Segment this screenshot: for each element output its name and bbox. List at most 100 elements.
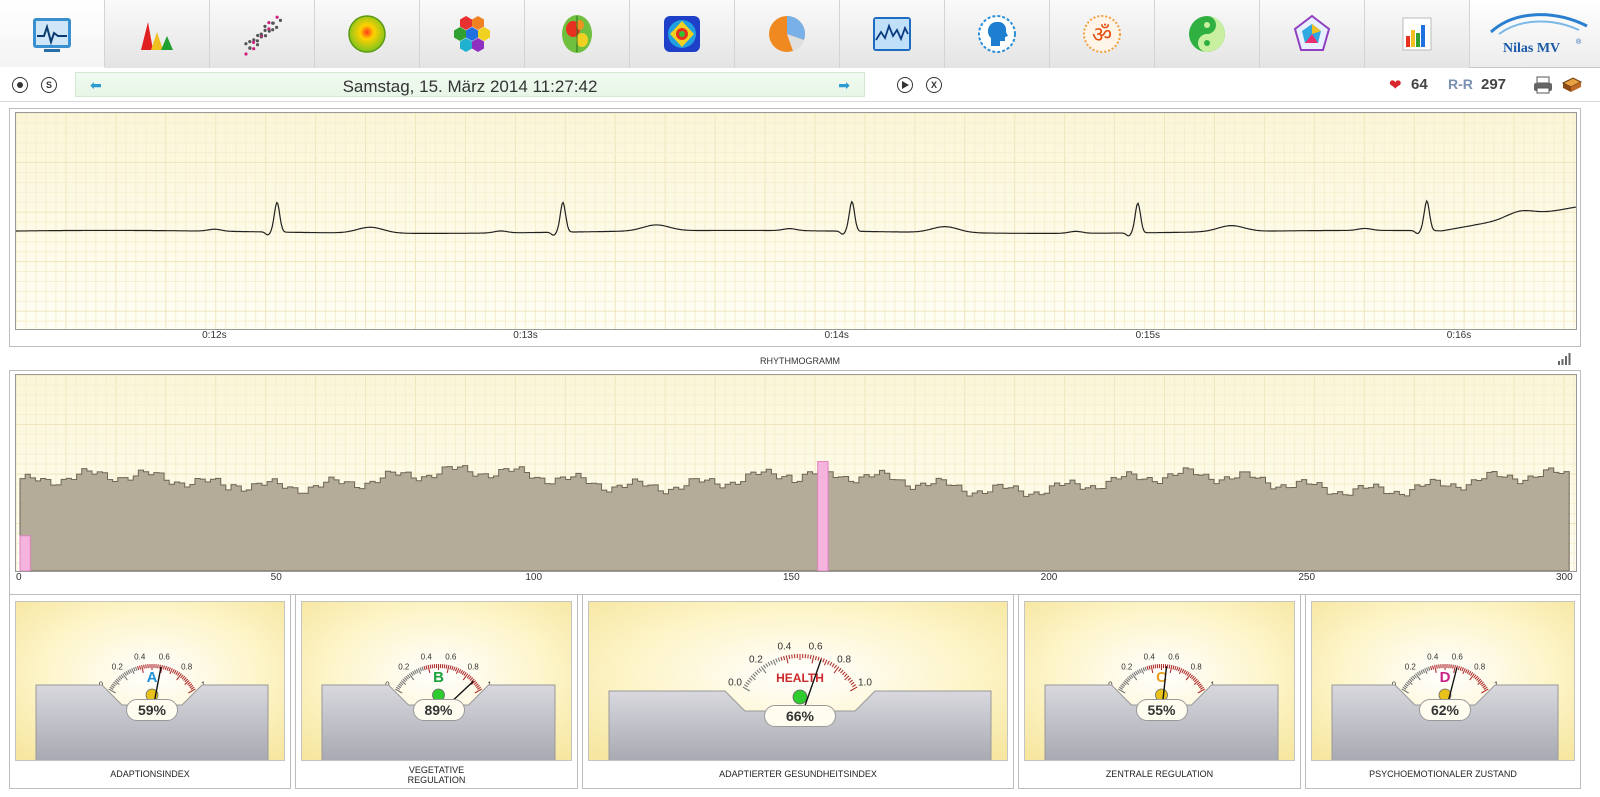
scatter-dot xyxy=(256,33,260,38)
play-icon xyxy=(902,81,909,89)
gauge-scale-label: 0.2 xyxy=(398,662,410,671)
chakra-mandala-icon xyxy=(664,16,700,52)
rhythmogram-x-tick-label: 200 xyxy=(1040,572,1058,583)
status-led-icon xyxy=(792,689,808,705)
tab-barchart[interactable] xyxy=(1365,0,1470,68)
settings-button[interactable]: S xyxy=(41,77,57,93)
yin-yang-icon xyxy=(1189,16,1225,52)
scatter-dot xyxy=(252,40,256,44)
record-icon xyxy=(17,82,23,88)
gauge-face: 00.20.40.60.81A59% xyxy=(15,601,285,761)
gauge-scale-label: 1.0 xyxy=(858,678,872,689)
ecg-x-tick-label: 0:14s xyxy=(824,330,849,341)
rhythmogram-x-tick-label: 250 xyxy=(1298,572,1316,583)
rhythmogram-panel: 0 50 100 150 200 250 300 xyxy=(9,370,1581,595)
gauge-percent: 59% xyxy=(126,699,178,721)
gauge-tick xyxy=(443,664,446,669)
close-button[interactable]: X xyxy=(926,77,942,93)
scatter-dot xyxy=(263,28,267,32)
scatter-dot xyxy=(267,29,271,33)
tab-yinyang[interactable] xyxy=(1155,0,1260,68)
book-icon[interactable] xyxy=(1561,75,1583,95)
x-icon: X xyxy=(930,79,937,90)
gauge-tick xyxy=(143,664,145,669)
spectrum-peaks-icon xyxy=(141,22,173,50)
printer-icon[interactable] xyxy=(1532,75,1554,95)
rhythmogram-x-tick-label: 150 xyxy=(783,572,800,583)
svg-text:ॐ: ॐ xyxy=(1092,23,1112,48)
next-arrow-icon[interactable]: ➡ xyxy=(838,77,850,94)
scatter-dot xyxy=(267,21,271,25)
current-datetime: Samstag, 15. März 2014 11:27:42 xyxy=(342,77,598,96)
rr-value: 297 xyxy=(1481,76,1507,93)
play-button[interactable] xyxy=(897,77,913,93)
gauge-panel: 00.20.40.60.81A59%ADAPTIONSINDEX xyxy=(9,594,291,789)
gauge-scale-label: 0.2 xyxy=(112,662,124,671)
tab-scatter[interactable] xyxy=(210,0,315,68)
scatter-dot xyxy=(259,32,263,36)
gauge-panel: 00.20.40.60.81C55%ZENTRALE REGULATION xyxy=(1018,594,1301,789)
line-graph-icon xyxy=(873,17,911,51)
pie-chart-icon xyxy=(769,15,806,52)
scatter-dot xyxy=(244,42,248,46)
gauge-tick xyxy=(791,654,793,659)
scatter-dot xyxy=(271,28,275,32)
ecg-monitor-icon xyxy=(33,17,71,52)
logo-text: Nilas MV xyxy=(1503,41,1560,56)
ecg-x-tick-label: 0:15s xyxy=(1135,330,1161,341)
tab-pie[interactable] xyxy=(735,0,840,68)
tab-chakra[interactable] xyxy=(630,0,735,68)
scatter-dot xyxy=(263,24,267,28)
signal-bars-icon[interactable] xyxy=(1557,351,1573,366)
tab-spectrum[interactable] xyxy=(105,0,210,68)
gauge-tick xyxy=(145,664,147,669)
ecg-x-tick-label: 0:16s xyxy=(1446,330,1472,341)
scatter-dot xyxy=(255,43,260,47)
tab-pentagon[interactable] xyxy=(1260,0,1365,68)
gauge-face: 00.20.40.60.81D62% xyxy=(1311,601,1575,761)
gauge-scale-label: 0.6 xyxy=(159,652,171,661)
gauge-tick xyxy=(1166,664,1169,669)
rhythmogram-x-tick-label: 0 xyxy=(16,572,22,583)
om-symbol-icon: ॐ xyxy=(1083,15,1121,53)
tab-brain[interactable] xyxy=(525,0,630,68)
heart-icon: ❤ xyxy=(1389,77,1402,94)
gauge-label: PSYCHOEMOTIONALER ZUSTAND xyxy=(1369,769,1517,779)
gauge-scale-label: 0.6 xyxy=(809,642,823,653)
tab-ecg[interactable] xyxy=(0,0,105,68)
gauge-tick xyxy=(429,664,432,669)
gauge-tick xyxy=(1152,664,1155,669)
gauge-tick xyxy=(445,664,448,669)
record-button[interactable] xyxy=(12,77,28,93)
gauge-face: 0.0 0.2 0.4 0.6 0.8 1.0 HEALTH 66% xyxy=(588,601,1008,761)
tab-om[interactable]: ॐ xyxy=(1050,0,1155,68)
tab-linegraph[interactable] xyxy=(840,0,945,68)
pentagon-radar-icon xyxy=(1293,14,1331,51)
head-profile-icon xyxy=(978,15,1016,53)
rhythmogram-x-tick-label: 300 xyxy=(1556,572,1573,583)
gauge-percent: 55% xyxy=(1135,699,1188,721)
scatterplot-icon xyxy=(244,15,282,56)
gauge-percent: 89% xyxy=(412,699,465,721)
gauge-panel: 0.0 0.2 0.4 0.6 0.8 1.0 HEALTH 66% ADAPTIERTER G… xyxy=(582,594,1014,789)
rr-label: R-R xyxy=(1448,76,1473,92)
scatter-dot xyxy=(278,18,282,22)
scatter-dot xyxy=(244,52,248,56)
gauge-letter: A xyxy=(147,669,158,686)
gauge-scale-label: 0.2 xyxy=(1121,662,1133,671)
gauge-panel: 00.20.40.60.81D62% PSYCHOEMOTIONALER ZUST… xyxy=(1305,594,1581,789)
tab-head[interactable] xyxy=(945,0,1050,68)
heart-rate-value: 64 xyxy=(1411,76,1428,93)
brain-map-icon xyxy=(562,15,592,53)
rhythmogram-highlight-bar xyxy=(817,461,829,571)
gauge-tick xyxy=(1438,664,1440,669)
tab-hexagons[interactable] xyxy=(420,0,525,68)
ecg-panel: 0:12s 0:13s 0:14s 0:15s 0:16s xyxy=(9,108,1581,347)
scatter-dot xyxy=(263,34,268,38)
hexagon-cluster-icon xyxy=(454,16,490,52)
tab-sphere[interactable] xyxy=(315,0,420,68)
gauge-scale-label: 0.4 xyxy=(777,642,791,653)
rhythmogram-chart xyxy=(15,374,1577,572)
gauge-tick xyxy=(807,654,809,659)
s-icon: S xyxy=(45,79,52,90)
